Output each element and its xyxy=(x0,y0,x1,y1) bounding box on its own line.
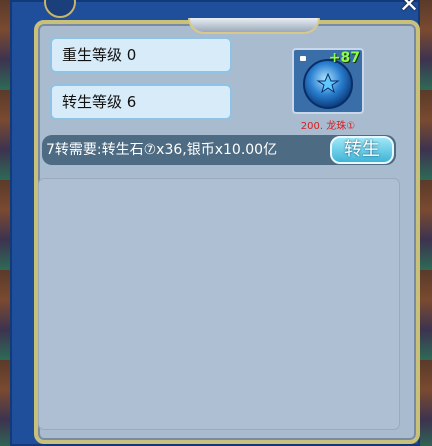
item-count: +87 xyxy=(328,50,360,66)
background-right-strip xyxy=(418,0,432,446)
rebirth-level-label: 转生等级 6 xyxy=(62,93,137,111)
reborn-level-field: 重生等级 0 xyxy=(50,37,232,73)
item-slot[interactable]: +87 xyxy=(292,48,364,114)
rebirth-button[interactable]: 转生 xyxy=(330,136,394,164)
content-area xyxy=(38,178,400,430)
rebirth-level-field: 转生等级 6 xyxy=(50,84,232,120)
item-name: 200. 龙珠① xyxy=(300,121,356,132)
requirement-text: 7转需要:转生石⑦x36,银币x10.00亿 xyxy=(46,142,278,158)
title-ornament xyxy=(188,18,320,34)
close-icon[interactable]: ✕ xyxy=(394,0,424,16)
reborn-level-label: 重生等级 0 xyxy=(62,46,137,64)
window-emblem-icon xyxy=(44,0,76,18)
